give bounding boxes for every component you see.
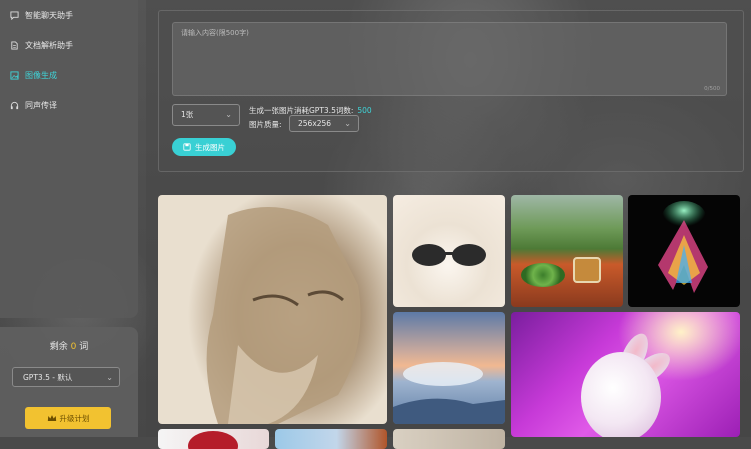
gallery-image-red[interactable]: [158, 429, 269, 449]
remaining-words: 剩余 0 词: [0, 339, 138, 352]
chevron-down-icon: ⌄: [344, 119, 351, 128]
prompt-placeholder: 请输入内容(限500字): [181, 29, 249, 37]
model-select[interactable]: GPT3.5 - 默认 ⌄: [12, 367, 120, 387]
cost-label: 生成一张图片消耗GPT3.5词数:: [249, 106, 354, 115]
crown-icon: [47, 414, 56, 421]
image-icon: [10, 70, 19, 80]
gallery-image-cat[interactable]: [393, 195, 505, 307]
quality-select[interactable]: 256x256 ⌄: [289, 115, 359, 132]
remain-count: 0: [70, 342, 77, 352]
sculpture-face-image: [206, 207, 361, 424]
chevron-down-icon: ⌄: [225, 110, 232, 119]
sidebar-item-interpret[interactable]: 同声传译: [0, 90, 138, 120]
gallery-image-building[interactable]: [393, 429, 505, 449]
save-icon: [183, 143, 191, 151]
document-icon: [11, 40, 18, 50]
quality-select-value: 256x256: [298, 119, 332, 128]
cup-shape: [573, 257, 601, 283]
upgrade-label: 升级计划: [59, 413, 90, 423]
model-select-value: GPT3.5 - 默认: [23, 373, 73, 382]
sidebar: 智能聊天助手 文档解析助手 图像生成 同声传译: [0, 0, 138, 318]
coil-shape: [521, 263, 565, 287]
generate-image-button[interactable]: 生成图片: [172, 138, 236, 156]
gallery-image-clouds[interactable]: [393, 312, 505, 424]
gallery-image-bunny[interactable]: [511, 312, 740, 437]
quantity-select[interactable]: 1张 ⌄: [172, 104, 240, 126]
quantity-select-value: 1张: [181, 110, 194, 119]
sidebar-item-label: 智能聊天助手: [25, 10, 73, 20]
prompt-input[interactable]: 请输入内容(限500字) 0/500: [172, 22, 727, 96]
quality-label: 图片质量:: [249, 120, 282, 129]
generate-label: 生成图片: [195, 142, 225, 152]
remain-prefix: 剩余: [49, 342, 68, 352]
remain-suffix: 词: [79, 342, 89, 352]
color-burst-image: [658, 201, 708, 293]
sunglasses-icon: [412, 244, 486, 266]
red-circle: [188, 431, 238, 449]
clouds-image: [393, 362, 505, 424]
sidebar-item-label: 同声传译: [25, 100, 57, 110]
chevron-down-icon: ⌄: [106, 373, 113, 382]
cost-value: 500: [357, 106, 372, 115]
bunny-body: [581, 352, 661, 437]
char-counter: 0/500: [704, 86, 720, 92]
gallery-image-sky[interactable]: [275, 429, 387, 449]
sidebar-item-document[interactable]: 文档解析助手: [0, 30, 138, 60]
sidebar-item-image[interactable]: 图像生成: [0, 60, 138, 90]
gallery-image-sculpture[interactable]: [158, 195, 387, 424]
sidebar-item-label: 图像生成: [25, 70, 57, 80]
gallery-image-powder[interactable]: [628, 195, 740, 307]
account-panel: 剩余 0 词 GPT3.5 - 默认 ⌄ 升级计划: [0, 327, 138, 437]
chat-icon: [10, 10, 19, 20]
gallery-image-tea[interactable]: [511, 195, 623, 307]
upgrade-plan-button[interactable]: 升级计划: [25, 407, 111, 429]
sidebar-item-chat[interactable]: 智能聊天助手: [0, 0, 138, 30]
sidebar-item-label: 文档解析助手: [25, 40, 73, 50]
headphones-icon: [10, 101, 19, 109]
